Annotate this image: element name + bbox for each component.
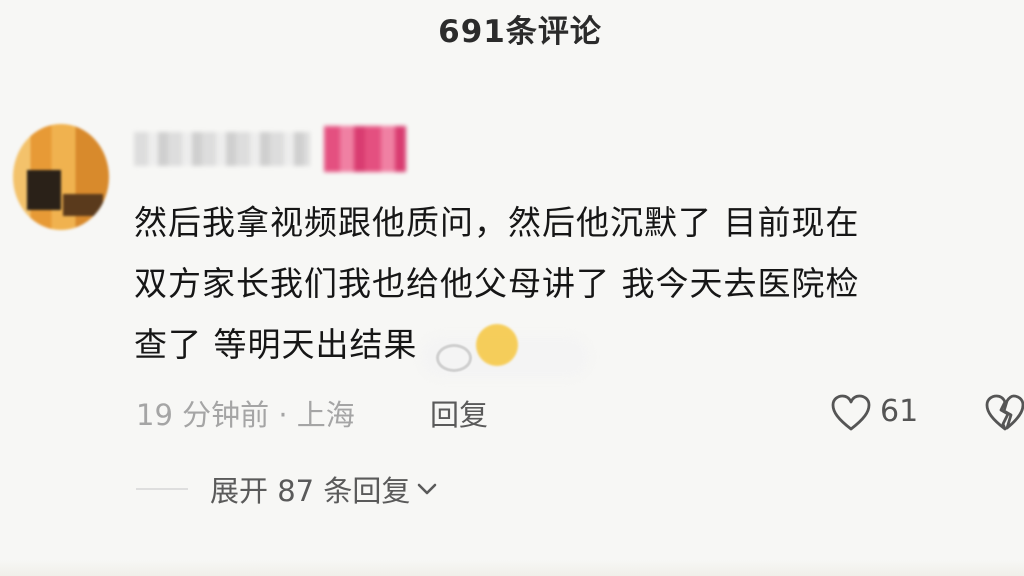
avatar[interactable] [13,124,109,230]
expand-replies-button[interactable]: 展开 87 条回复 [210,468,438,510]
broken-heart-icon[interactable] [984,394,1024,432]
user-badge-blurred [324,126,406,172]
smile-emoji-icon [476,324,518,366]
like-count: 61 [880,394,919,429]
weibo-logo-icon [436,344,472,372]
expand-replies-label: 展开 87 条回复 [210,474,411,508]
comments-count-title: 691条评论 [438,14,602,50]
heart-outline-icon[interactable] [830,394,872,432]
chevron-down-icon [418,483,437,495]
divider [136,488,188,490]
bottom-fade [0,560,1024,576]
reply-button[interactable]: 回复 [430,392,488,434]
comment-line: 然后我拿视频跟他质问，然后他沉默了 目前现在 [134,203,860,242]
comment-time-location: 19 分钟前 · 上海 [136,398,355,432]
username-blurred[interactable] [134,132,310,166]
comment-line: 双方家长我们我也给他父母讲了 我今天去医院检 [134,264,860,303]
